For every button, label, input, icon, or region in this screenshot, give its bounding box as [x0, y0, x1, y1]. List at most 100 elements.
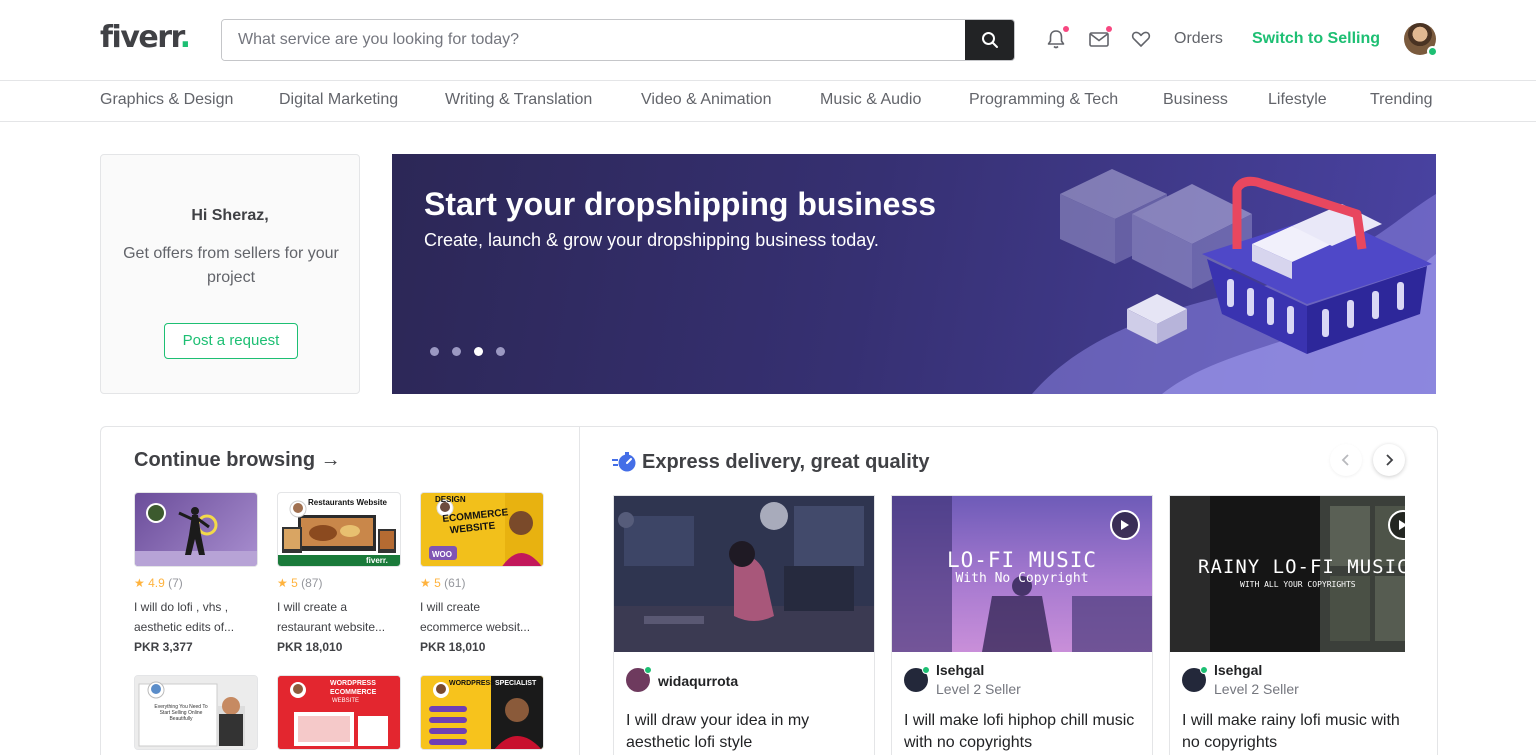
gig-rating: ★ 5 (61)	[420, 576, 466, 590]
thumbnail-subtitle: WITH ALL YOUR COPYRIGHTS	[1240, 580, 1356, 589]
dancer-image	[135, 503, 257, 566]
online-status-dot	[1427, 46, 1438, 57]
carousel-dot-2[interactable]	[452, 347, 461, 356]
gig-card[interactable]: Restaurants Website fiverr. ★ 5 (87) I w…	[277, 492, 401, 662]
seller-avatar[interactable]	[904, 666, 930, 692]
post-request-button[interactable]: Post a request	[164, 323, 298, 359]
wordpress-specialist-image	[421, 676, 543, 749]
greeting: Hi Sheraz,	[191, 207, 269, 224]
continue-browsing-heading[interactable]: Continue browsing →	[134, 449, 341, 472]
gig-thumbnail: WORDPRESS SPECIALIST	[420, 675, 544, 750]
gig-title: I will create ecommerce websit...	[420, 600, 531, 634]
carousel-dot-1[interactable]	[430, 347, 439, 356]
category-business[interactable]: Business	[1163, 91, 1228, 109]
gig-price: PKR 18,010	[420, 640, 486, 654]
gig-title: I will create a restaurant website...	[277, 600, 386, 634]
gig-thumbnail: Everything You Need To Start Selling Onl…	[134, 675, 258, 750]
lofi-girl-image	[614, 496, 874, 652]
recommendations-panel: Continue browsing → ★ 4.9 (7) I will do …	[100, 426, 1438, 755]
thumbnail-subtitle: With No Copyright	[955, 571, 1089, 586]
messages-button[interactable]	[1088, 26, 1112, 50]
category-writing-translation[interactable]: Writing & Translation	[445, 91, 592, 109]
seller-name[interactable]: lsehgal	[1214, 662, 1262, 678]
search-icon	[981, 32, 998, 48]
gig-title[interactable]: I will make rainy lofi music with no cop…	[1182, 710, 1405, 754]
gig-thumbnail: Restaurants Website fiverr.	[277, 492, 401, 567]
thumbnail-caption: Everything You Need To Start Selling Onl…	[154, 704, 208, 722]
seller-name[interactable]: widaqurrota	[658, 673, 738, 689]
thumbnail-caption: WORDPRESS	[449, 680, 495, 687]
category-trending[interactable]: Trending	[1370, 91, 1433, 109]
switch-to-selling-link[interactable]: Switch to Selling	[1252, 30, 1380, 48]
fiverr-logo[interactable]: fiverr.	[100, 20, 191, 55]
banner-subtitle: Create, launch & grow your dropshipping …	[424, 230, 879, 250]
chevron-left-icon	[1341, 454, 1349, 466]
online-status-dot	[644, 666, 652, 674]
seller-level: Level 2 Seller	[1214, 681, 1299, 697]
user-avatar[interactable]	[1404, 23, 1438, 57]
gig-thumbnail	[134, 492, 258, 567]
thumbnail-title: LO-FI MUSIC	[946, 548, 1098, 572]
play-icon	[1121, 520, 1129, 530]
gig-card[interactable]: widaqurrota I will draw your idea in my …	[613, 495, 875, 755]
carousel-dot-4[interactable]	[496, 347, 505, 356]
thumbnail-caption: Restaurants Website	[308, 498, 387, 507]
seller-level: Level 2 Seller	[936, 681, 1021, 697]
wordpress-ecommerce-image	[278, 676, 400, 749]
category-digital-marketing[interactable]: Digital Marketing	[279, 91, 398, 109]
gig-price: PKR 3,377	[134, 640, 193, 654]
online-status-dot	[922, 666, 930, 674]
orders-link[interactable]: Orders	[1174, 30, 1223, 48]
gig-title[interactable]: I will draw your idea in my aesthetic lo…	[626, 710, 866, 754]
category-video-animation[interactable]: Video & Animation	[641, 91, 771, 109]
notifications-button[interactable]	[1045, 26, 1069, 50]
gig-price: PKR 18,010	[277, 640, 343, 654]
promo-banner[interactable]: Start your dropshipping business Create,…	[392, 154, 1436, 394]
panel-divider	[579, 427, 580, 755]
gig-thumbnail: LO-FI MUSIC With No Copyright	[892, 496, 1152, 652]
seller-avatar[interactable]	[626, 666, 652, 692]
welcome-message: Get offers from sellers for your project	[123, 245, 339, 286]
category-music-audio[interactable]: Music & Audio	[820, 91, 921, 109]
gig-thumbnail: DESIGN ECOMMERCE WEBSITE WOO	[420, 492, 544, 567]
category-programming-tech[interactable]: Programming & Tech	[969, 91, 1118, 109]
heart-icon	[1131, 31, 1151, 47]
gig-card[interactable]: RAINY LO-FI MUSIC WITH ALL YOUR COPYRIGH…	[1169, 495, 1405, 755]
chevron-right-icon	[1386, 454, 1394, 466]
gig-title[interactable]: I will make lofi hiphop chill music with…	[904, 710, 1144, 754]
top-header: fiverr. Orders Switch to Selling	[0, 0, 1536, 81]
carousel-next-button[interactable]	[1373, 444, 1405, 476]
thumbnail-caption: WEBSITE	[332, 698, 360, 704]
gig-card[interactable]: WORDPRESS SPECIALIST	[420, 675, 544, 750]
seller-name[interactable]: lsehgal	[936, 662, 984, 678]
category-lifestyle[interactable]: Lifestyle	[1268, 91, 1327, 109]
gig-card[interactable]: WORDPRESS ECOMMERCE WEBSITE	[277, 675, 401, 750]
notification-dot	[1063, 26, 1069, 32]
favorites-button[interactable]	[1130, 28, 1152, 50]
thumbnail-caption: DESIGN	[435, 495, 466, 504]
search-input[interactable]	[222, 20, 966, 60]
search-button[interactable]	[965, 20, 1014, 60]
seller-avatar[interactable]	[1182, 666, 1208, 692]
carousel-prev-button[interactable]	[1330, 444, 1362, 476]
carousel-dots	[430, 343, 518, 361]
express-carousel: widaqurrota I will draw your idea in my …	[613, 495, 1405, 755]
thumbnail-caption: ECOMMERCE	[330, 689, 377, 696]
gig-card[interactable]: LO-FI MUSIC With No Copyright lsehgal Le…	[891, 495, 1153, 755]
stopwatch-icon	[612, 452, 636, 472]
gig-thumbnail: RAINY LO-FI MUSIC WITH ALL YOUR COPYRIGH…	[1170, 496, 1405, 652]
welcome-card: Hi Sheraz, Get offers from sellers for y…	[100, 154, 360, 394]
category-graphics-design[interactable]: Graphics & Design	[100, 91, 233, 109]
category-nav: Graphics & Design Digital Marketing Writ…	[0, 81, 1536, 122]
thumbnail-caption: SPECIALIST	[495, 680, 537, 687]
gig-card[interactable]: DESIGN ECOMMERCE WEBSITE WOO ★ 5 (61) I …	[420, 492, 544, 662]
carousel-dot-3[interactable]	[474, 347, 483, 356]
gig-thumbnail: WORDPRESS ECOMMERCE WEBSITE	[277, 675, 401, 750]
play-video-button[interactable]	[1110, 510, 1140, 540]
search-bar	[221, 19, 1015, 61]
message-dot	[1106, 26, 1112, 32]
gig-card[interactable]: ★ 4.9 (7) I will do lofi , vhs , aestheti…	[134, 492, 258, 662]
gig-thumbnail	[614, 496, 874, 652]
thumbnail-brand: fiverr.	[366, 556, 388, 565]
gig-card[interactable]: Everything You Need To Start Selling Onl…	[134, 675, 258, 750]
